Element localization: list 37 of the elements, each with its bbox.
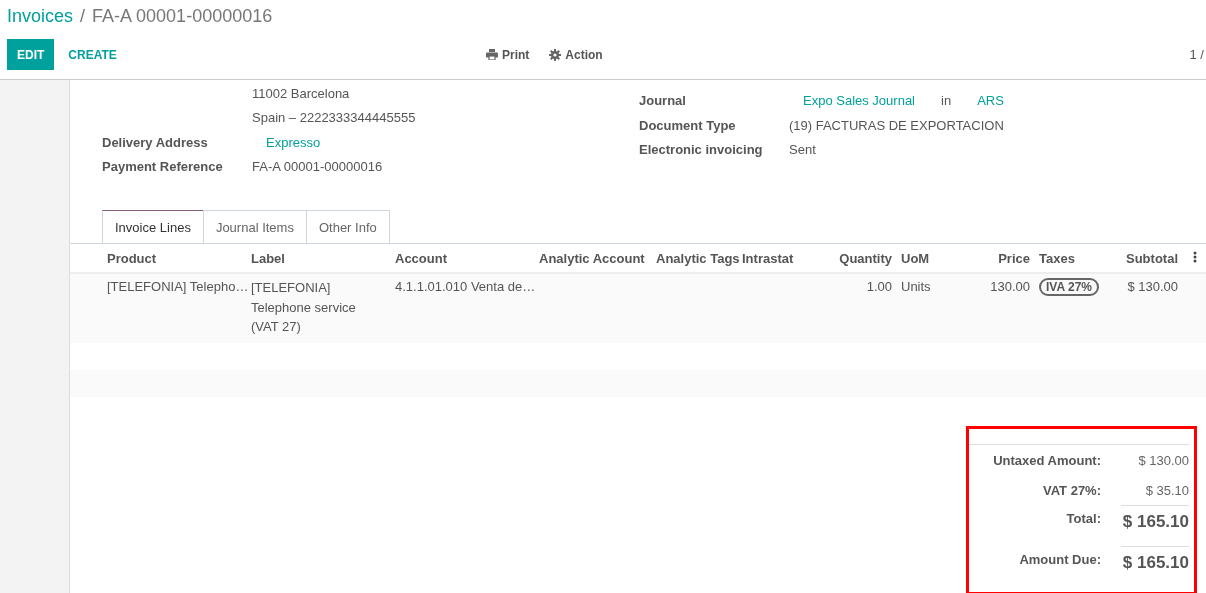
field-label: Journal [639, 93, 687, 109]
gear-icon [549, 48, 562, 61]
field-value: (19) FACTURAS DE EXPORTACION [789, 117, 1004, 133]
tab[interactable]: Invoice Lines [102, 210, 204, 243]
table-cell: $ 130.00 [1127, 279, 1178, 294]
print-button[interactable]: Print [483, 47, 533, 62]
field-value: in [941, 93, 952, 109]
pager: 1 / [1189, 47, 1204, 62]
field-value: FA-A 00001-00000016 [252, 159, 383, 175]
address-line: 11002 Barcelona [252, 86, 350, 102]
more-options-icon[interactable] [1192, 250, 1197, 263]
printer-icon [486, 49, 498, 60]
breadcrumb-current: FA-A 00001-00000016 [92, 6, 273, 27]
table-cell: 130.00 [990, 279, 1030, 294]
table-cell: [TELEFONIA] Telephone service (VAT 27) [251, 280, 356, 334]
total-amount: $ 35.10 [1144, 482, 1189, 498]
total-amount: $ 130.00 [1137, 452, 1189, 468]
total-label: Amount Due: [1019, 550, 1102, 567]
field-label: Delivery Address [102, 135, 209, 151]
field-value: Sent [789, 142, 816, 158]
field-label: Document Type [639, 117, 737, 133]
field-label: Electronic invoicing [639, 142, 764, 158]
table-cell: 4.1.1.01.010 Venta de… [395, 279, 536, 294]
address-line: Spain – 2222333344445555 [252, 110, 416, 126]
breadcrumb-separator: / [80, 6, 86, 27]
total-label: VAT 27%: [1042, 482, 1102, 498]
table-cell: 1.00 [866, 279, 892, 294]
total-amount: $ 165.10 [1121, 545, 1189, 573]
table-cell: [TELEFONIA] Telepho… [107, 279, 249, 294]
total-amount: $ 165.10 [1121, 504, 1189, 532]
total-label: Untaxed Amount: [993, 452, 1102, 468]
table-cell: Units [901, 279, 931, 294]
action-button[interactable]: Action [546, 47, 606, 62]
tax-tag: IVA 27% [1039, 278, 1100, 296]
total-label: Total: [1066, 509, 1102, 526]
tab[interactable]: Other Info [305, 210, 390, 243]
field-label: Payment Reference [102, 159, 224, 175]
